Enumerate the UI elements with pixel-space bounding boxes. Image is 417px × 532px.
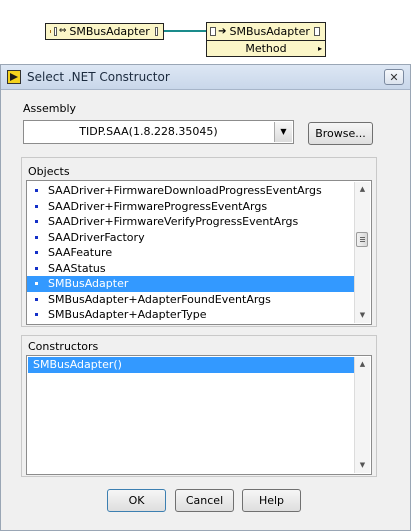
scroll-down-icon[interactable]: ▼ [355, 308, 370, 323]
document-icon [53, 27, 57, 36]
document-icon [154, 27, 158, 36]
cancel-button[interactable]: Cancel [175, 489, 234, 512]
document-icon [210, 27, 217, 36]
bullet-icon [35, 297, 38, 301]
invoke-node-label: SMBusAdapter [229, 25, 310, 38]
list-item[interactable]: SMBusAdapter+AdapterType [27, 307, 356, 323]
bullet-icon [35, 282, 38, 285]
title-bar[interactable]: Select .NET Constructor ✕ [1, 65, 410, 90]
assembly-selected-value: TIDP.SAA(1.8.228.35045) [79, 125, 218, 138]
list-item[interactable]: SAAStatus [27, 261, 356, 277]
document-icon [313, 27, 320, 36]
link-icon: ⇔ [58, 26, 67, 36]
bullet-icon [35, 235, 38, 239]
select-dotnet-constructor-dialog: Select .NET Constructor ✕ Assembly TIDP.… [0, 64, 411, 531]
scroll-up-icon[interactable]: ▲ [355, 182, 370, 197]
list-item[interactable]: SAADriver+FirmwareProgressEventArgs [27, 199, 356, 215]
chevron-down-icon[interactable]: ▼ [274, 122, 292, 142]
scroll-up-icon[interactable]: ▲ [355, 357, 370, 372]
chevron-right-icon[interactable]: ▸ [318, 41, 322, 56]
list-item[interactable]: SAADriver+FirmwareVerifyProgressEventArg… [27, 214, 356, 230]
ok-button[interactable]: OK [107, 489, 166, 512]
data-wire[interactable] [164, 30, 207, 32]
constructors-scrollbar[interactable]: ▲ ▼ [354, 357, 370, 473]
objects-scrollbar[interactable]: ▲ ▼ [354, 182, 370, 323]
scrollbar-thumb[interactable] [356, 232, 368, 247]
dialog-title: Select .NET Constructor [27, 70, 170, 84]
bullet-icon [35, 204, 38, 208]
list-item-selected[interactable]: SMBusAdapter [27, 276, 356, 292]
objects-list[interactable]: SAADriver+FirmwareDownloadProgressEventA… [26, 180, 372, 325]
assembly-select[interactable]: TIDP.SAA(1.8.228.35045) ▼ [23, 120, 294, 144]
terminal-icon [50, 30, 51, 33]
method-label[interactable]: Method [245, 41, 286, 56]
help-button[interactable]: Help [242, 489, 301, 512]
smbus-adapter-constructor-node[interactable]: ⇔ SMBusAdapter [45, 23, 164, 40]
constructors-label: Constructors [28, 340, 99, 353]
bullet-icon [35, 313, 38, 316]
arrow-right-icon: ➔ [218, 26, 227, 37]
bullet-icon [35, 251, 38, 254]
bullet-icon [35, 220, 38, 223]
list-item[interactable]: SAADriver+FirmwareDownloadProgressEventA… [27, 183, 356, 199]
constructors-list[interactable]: SMBusAdapter() ▲ ▼ [26, 355, 372, 475]
invoke-node[interactable]: ➔ SMBusAdapter Method ▸ [206, 22, 326, 57]
assembly-label: Assembly [23, 102, 77, 115]
close-button[interactable]: ✕ [384, 69, 404, 85]
adapter-node-label: SMBusAdapter [69, 25, 150, 38]
labview-app-icon [7, 70, 21, 84]
browse-button[interactable]: Browse... [308, 122, 373, 145]
objects-label: Objects [28, 165, 70, 178]
bullet-icon [35, 266, 38, 270]
list-item[interactable]: SAAFeature [27, 245, 356, 261]
scroll-down-icon[interactable]: ▼ [355, 458, 370, 473]
list-item[interactable]: SAADriverFactory [27, 230, 356, 246]
list-item[interactable]: SMBusAdapter+AdapterFoundEventArgs [27, 292, 356, 308]
list-item-selected[interactable]: SMBusAdapter() [28, 357, 354, 373]
bullet-icon [35, 189, 38, 192]
